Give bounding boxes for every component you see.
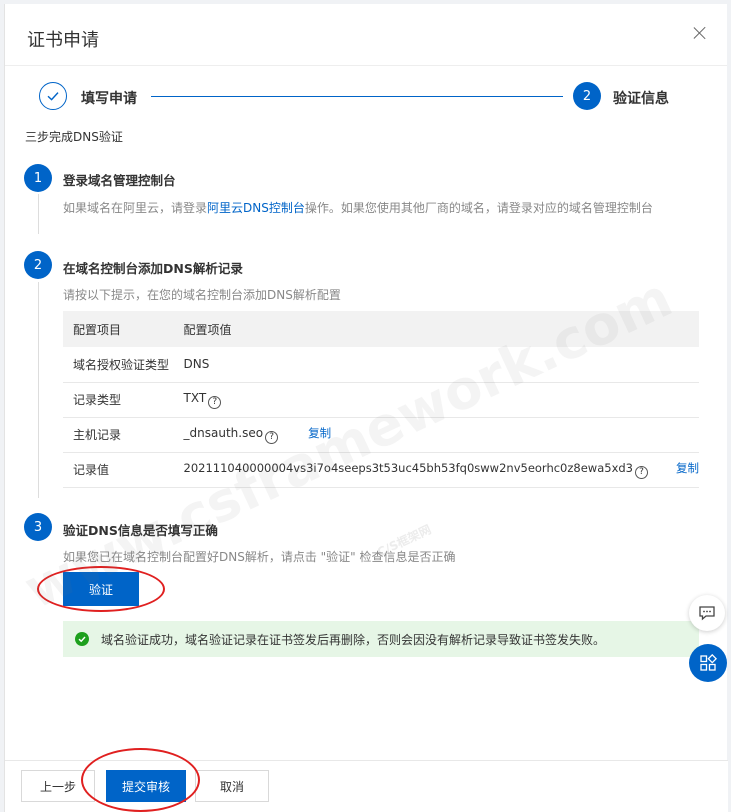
apps-menu-button[interactable]: [689, 644, 727, 682]
section2-desc: 请按以下提示，在您的域名控制台添加DNS解析配置: [63, 288, 341, 302]
stepper: 填写申请 2 验证信息: [39, 82, 699, 114]
dns-config-table: 配置项目 配置项值 域名授权验证类型 DNS 记录类型 TXT? 主机记录 _d…: [63, 311, 699, 488]
copy-host-record-button[interactable]: 复制: [308, 425, 331, 441]
aliyun-dns-console-link[interactable]: 阿里云DNS控制台: [207, 201, 305, 215]
table-cell-label: 记录类型: [63, 382, 174, 418]
step2-number: 2: [573, 82, 601, 110]
table-row: 记录值 202111040000004vs3i7o4seeps3t53uc45b…: [63, 452, 699, 488]
step1-complete-icon: [39, 82, 67, 110]
table-header-cell: 配置项值: [173, 311, 699, 347]
success-check-icon: [75, 632, 89, 646]
table-header-row: 配置项目 配置项值: [63, 311, 699, 347]
step1-label: 填写申请: [81, 91, 137, 107]
table-row: 域名授权验证类型 DNS: [63, 347, 699, 383]
table-cell-label: 主机记录: [63, 417, 174, 453]
dns-type-value: DNS: [183, 357, 210, 372]
table-header-cell: 配置项目: [63, 311, 174, 347]
section1-desc-text-after: 操作。如果您使用其他厂商的域名，请登录对应的域名管理控制台: [304, 201, 653, 215]
host-record-value: _dnsauth.seo: [183, 426, 264, 440]
success-message: 域名验证成功，域名验证记录在证书签发后再删除，否则会因没有解析记录导致证书签发失…: [101, 632, 606, 647]
table-cell-label: 域名授权验证类型: [63, 347, 174, 383]
close-icon[interactable]: [693, 26, 707, 40]
table-cell-value: 202111040000004vs3i7o4seeps3t53uc45bh53f…: [173, 452, 699, 488]
table-cell-value: _dnsauth.seo? 复制: [173, 417, 699, 453]
cancel-button[interactable]: 取消: [195, 770, 269, 802]
copy-record-value-button[interactable]: 复制: [676, 460, 699, 476]
dialog-title: 证书申请: [27, 30, 99, 51]
success-alert: 域名验证成功，域名验证记录在证书签发后再删除，否则会因没有解析记录导致证书签发失…: [63, 621, 699, 657]
table-cell-value: TXT?: [173, 382, 699, 418]
section1-desc-text: 如果域名在阿里云，请登录: [63, 201, 208, 215]
table-cell-label: 记录值: [63, 452, 174, 488]
section3-number: 3: [24, 513, 52, 541]
annotation-ring: [37, 566, 165, 612]
dialog-footer: 上一步 提交审核 取消: [5, 748, 728, 812]
section3-desc: 如果您已在域名控制台配置好DNS解析，请点击 "验证" 检查信息是否正确: [63, 550, 456, 564]
table-cell-value: DNS: [173, 347, 699, 383]
step-connector: [151, 96, 563, 97]
step2-label: 验证信息: [613, 91, 669, 107]
record-value: 202111040000004vs3i7o4seeps3t53uc45bh53f…: [183, 461, 633, 475]
table-row: 记录类型 TXT?: [63, 382, 699, 418]
section1-title: 登录域名管理控制台: [63, 173, 176, 188]
section-divider-line: [38, 282, 39, 498]
section2-title: 在域名控制台添加DNS解析记录: [63, 261, 243, 276]
record-type-value: TXT: [183, 390, 207, 405]
help-icon[interactable]: ?: [265, 431, 279, 444]
page-subtitle: 三步完成DNS验证: [25, 130, 123, 144]
annotation-ring: [81, 748, 200, 812]
check-icon: [47, 92, 59, 101]
help-icon[interactable]: ?: [635, 466, 648, 479]
section1-desc: 如果域名在阿里云，请登录阿里云DNS控制台操作。如果您使用其他厂商的域名，请登录…: [63, 199, 653, 216]
feedback-chat-button[interactable]: [689, 595, 725, 631]
dialog-header: 证书申请: [5, 4, 727, 66]
chat-icon: [699, 606, 715, 621]
section3-title: 验证DNS信息是否填写正确: [63, 523, 218, 538]
help-icon[interactable]: ?: [208, 395, 222, 409]
section1-number: 1: [24, 164, 52, 192]
table-row: 主机记录 _dnsauth.seo? 复制: [63, 417, 699, 453]
certificate-dialog: 证书申请 填写申请 2 验证信息 三步完成DNS验证 1 登录域名管理控制台 如…: [4, 4, 728, 812]
section2-number: 2: [24, 251, 52, 279]
section-divider-line: [38, 194, 39, 234]
apps-grid-icon: [700, 654, 717, 671]
